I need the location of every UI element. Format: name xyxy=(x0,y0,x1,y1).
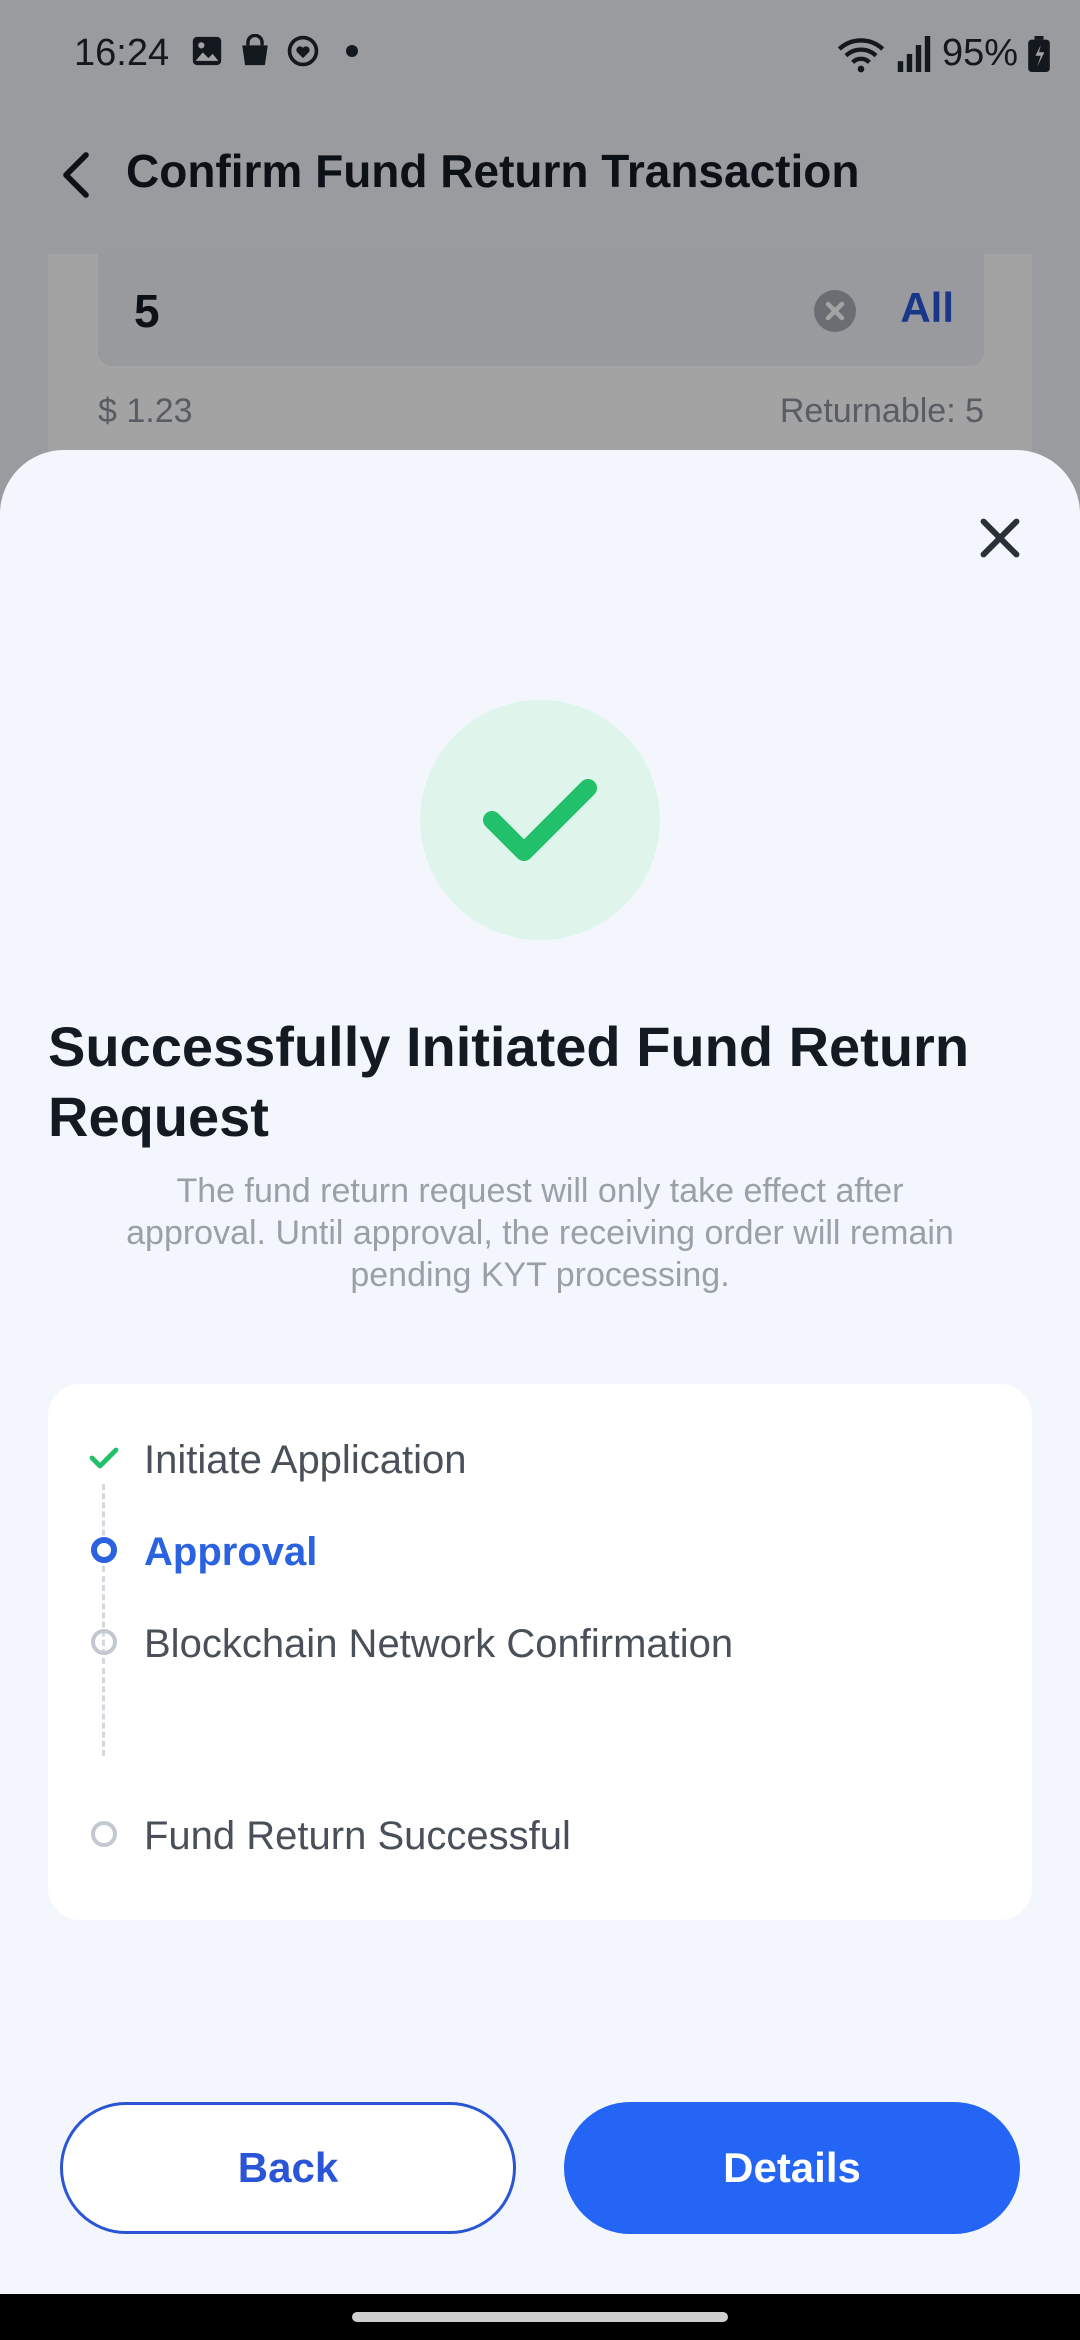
step-connector xyxy=(102,1668,105,1756)
close-icon[interactable] xyxy=(978,516,1022,560)
step-approval: Approval xyxy=(48,1520,1032,1580)
checkmark-icon xyxy=(483,779,597,861)
details-button[interactable]: Details xyxy=(564,2102,1020,2234)
step-blockchain-confirmation: Blockchain Network Confirmation xyxy=(48,1612,1032,1672)
sheet-description: The fund return request will only take e… xyxy=(126,1172,954,1294)
step-label: Approval xyxy=(144,1530,318,1574)
step-pending-dot-icon xyxy=(88,1818,120,1850)
step-pending-dot-icon xyxy=(88,1626,120,1658)
back-button[interactable]: Back xyxy=(60,2102,516,2234)
step-fund-return-successful: Fund Return Successful xyxy=(48,1804,1032,1864)
step-label: Fund Return Successful xyxy=(144,1814,571,1858)
home-indicator[interactable] xyxy=(352,2312,728,2322)
step-label: Initiate Application xyxy=(144,1438,467,1482)
step-initiate-application: Initiate Application xyxy=(48,1428,1032,1488)
progress-steps-card: Initiate Application Approval Blockchain… xyxy=(48,1384,1032,1920)
success-bottom-sheet: Successfully Initiated Fund Return Reque… xyxy=(0,450,1080,2294)
step-done-check-icon xyxy=(89,1447,119,1469)
sheet-title: Successfully Initiated Fund Return Reque… xyxy=(48,1015,970,1148)
step-label: Blockchain Network Confirmation xyxy=(144,1622,734,1666)
system-navigation-bar xyxy=(0,2294,1080,2340)
step-active-dot-icon xyxy=(88,1534,120,1566)
success-badge xyxy=(420,700,660,940)
